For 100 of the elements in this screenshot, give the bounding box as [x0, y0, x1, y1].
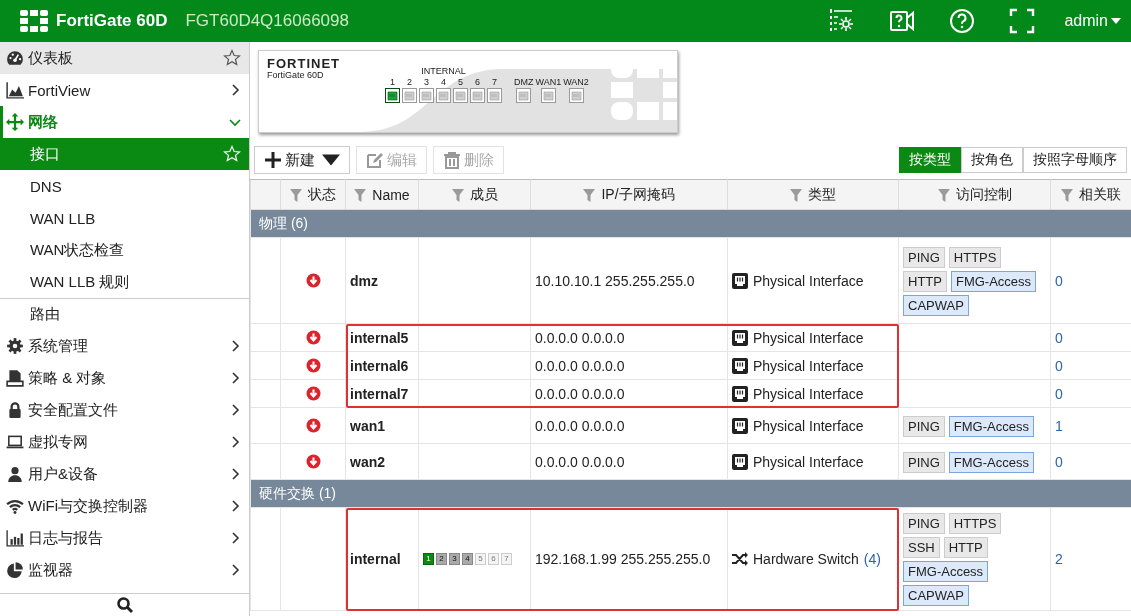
access-tag: PING: [903, 415, 945, 437]
type-label: Hardware Switch: [753, 551, 859, 567]
port-label: DMZ: [514, 77, 534, 88]
access-tag: FMG-Access: [950, 270, 1037, 292]
sidebar-item[interactable]: 接口: [0, 138, 249, 170]
column-header[interactable]: 成员: [469, 185, 498, 204]
chevron-right-icon[interactable]: [229, 404, 241, 416]
sidebar-item[interactable]: 仪表板: [0, 42, 249, 74]
access-tag: CAPWAP: [903, 585, 969, 606]
member-port-badge: 6: [488, 553, 499, 565]
trash-icon: [443, 151, 461, 169]
sidebar-item[interactable]: 监视器: [0, 554, 249, 586]
member-port-badge: 1: [423, 553, 434, 565]
port-label: WAN2: [563, 77, 589, 88]
gauge-icon: [6, 49, 24, 67]
sidebar-item[interactable]: WAN LLB: [0, 202, 249, 234]
area-chart-icon: [6, 81, 24, 99]
chevron-down-icon[interactable]: [229, 116, 241, 128]
access-tag: HTTPS: [948, 246, 1002, 268]
star-icon[interactable]: [223, 49, 241, 67]
chevron-right-icon[interactable]: [229, 436, 241, 448]
help-icon[interactable]: [949, 8, 976, 34]
ref-count-link[interactable]: 0: [1055, 453, 1063, 470]
filter-icon[interactable]: [790, 187, 802, 202]
sidebar-item[interactable]: 路由: [0, 298, 249, 330]
user-menu-button[interactable]: admin: [1064, 12, 1121, 30]
ref-count-link[interactable]: 0: [1055, 329, 1063, 346]
sidebar-item[interactable]: FortiView: [0, 74, 249, 106]
sidebar-item[interactable]: DNS: [0, 170, 249, 202]
edit-icon: [366, 151, 384, 169]
chevron-right-icon[interactable]: [229, 372, 241, 384]
table-cell: dmz: [345, 237, 419, 324]
sidebar-item[interactable]: WiFi与交换控制器: [0, 490, 249, 522]
sidebar-item[interactable]: 系统管理: [0, 330, 249, 362]
plus-icon: [264, 151, 282, 169]
filter-icon[interactable]: [937, 187, 950, 202]
view-toggle[interactable]: 按类型: [899, 147, 961, 173]
ref-count-link[interactable]: 1: [1055, 417, 1063, 434]
sidebar-item[interactable]: 策略 & 对象: [0, 362, 249, 394]
fullscreen-icon[interactable]: [1009, 8, 1036, 34]
member-count-link[interactable]: (4): [863, 551, 881, 567]
ref-count-link[interactable]: 0: [1055, 272, 1063, 289]
filter-icon[interactable]: [354, 187, 367, 202]
sidebar-item[interactable]: WAN LLB 规则: [0, 266, 249, 298]
chevron-right-icon[interactable]: [229, 532, 241, 544]
type-label: Physical Interface: [753, 417, 864, 434]
group-header[interactable]: 物理 (6): [250, 209, 1131, 238]
access-tag: FMG-Access: [903, 561, 989, 582]
access-tag: FMG-Access: [948, 415, 1034, 437]
sidebar-item[interactable]: 安全配置文件: [0, 394, 249, 426]
sidebar-item[interactable]: WAN状态检查: [0, 234, 249, 266]
caret-icon: [1111, 18, 1121, 24]
group-header[interactable]: 硬件交换 (1): [250, 479, 1131, 508]
port-group-label: INTERNAL: [421, 66, 466, 77]
product-name: FortiGate 60D: [56, 11, 168, 31]
filter-icon[interactable]: [583, 187, 596, 202]
table-cell: 0.0.0.0 0.0.0.0: [530, 443, 728, 480]
access-tag: HTTPS: [948, 513, 1002, 534]
type-label: Physical Interface: [753, 453, 864, 470]
table-cell: wan1: [345, 407, 419, 444]
port-label: 5: [458, 77, 463, 88]
ref-count-link[interactable]: 0: [1055, 357, 1063, 374]
ref-count-link[interactable]: 0: [1055, 385, 1063, 402]
table-cell: 0.0.0.0 0.0.0.0: [530, 351, 728, 380]
port-label: WAN1: [535, 77, 562, 88]
grid-logo-icon: [20, 10, 48, 32]
filter-icon[interactable]: [290, 187, 302, 202]
view-toggle[interactable]: 按角色: [961, 147, 1023, 173]
chevron-right-icon[interactable]: [229, 340, 241, 352]
member-port-badge: 7: [501, 553, 512, 565]
list-settings-icon[interactable]: [829, 8, 856, 34]
table-cell: 0.0.0.0 0.0.0.0: [530, 323, 728, 352]
member-port-badge: 5: [475, 553, 486, 565]
column-header[interactable]: 类型: [808, 185, 836, 204]
access-tag: PING: [903, 451, 945, 473]
wifi-icon: [6, 497, 24, 515]
view-toggle[interactable]: 按照字母顺序: [1023, 147, 1127, 173]
sidebar-item[interactable]: 用户&设备: [0, 458, 249, 490]
ref-count-link[interactable]: 2: [1055, 551, 1063, 567]
sidebar-item[interactable]: 虚拟专网: [0, 426, 249, 458]
filter-icon[interactable]: [1061, 187, 1073, 202]
pie-chart-icon: [6, 561, 24, 579]
chevron-right-icon[interactable]: [229, 84, 241, 96]
search-icon[interactable]: [115, 596, 134, 614]
port-label: 1: [390, 77, 395, 88]
port-label: 6: [475, 77, 480, 88]
table-cell: wan2: [345, 443, 419, 480]
table-cell: internal6: [345, 351, 419, 380]
bar-chart-icon: [6, 529, 24, 547]
video-help-icon[interactable]: [889, 8, 916, 34]
chevron-right-icon[interactable]: [229, 500, 241, 512]
member-port-badge: 3: [449, 553, 460, 565]
sidebar-item[interactable]: 日志与报告: [0, 522, 249, 554]
type-label: Physical Interface: [753, 385, 864, 402]
member-port-badge: 4: [462, 553, 473, 565]
chevron-right-icon[interactable]: [229, 564, 241, 576]
port-label: 7: [492, 77, 497, 88]
toolbar-button[interactable]: 新建: [254, 146, 350, 174]
chevron-right-icon[interactable]: [229, 468, 241, 480]
filter-icon[interactable]: [451, 187, 464, 202]
